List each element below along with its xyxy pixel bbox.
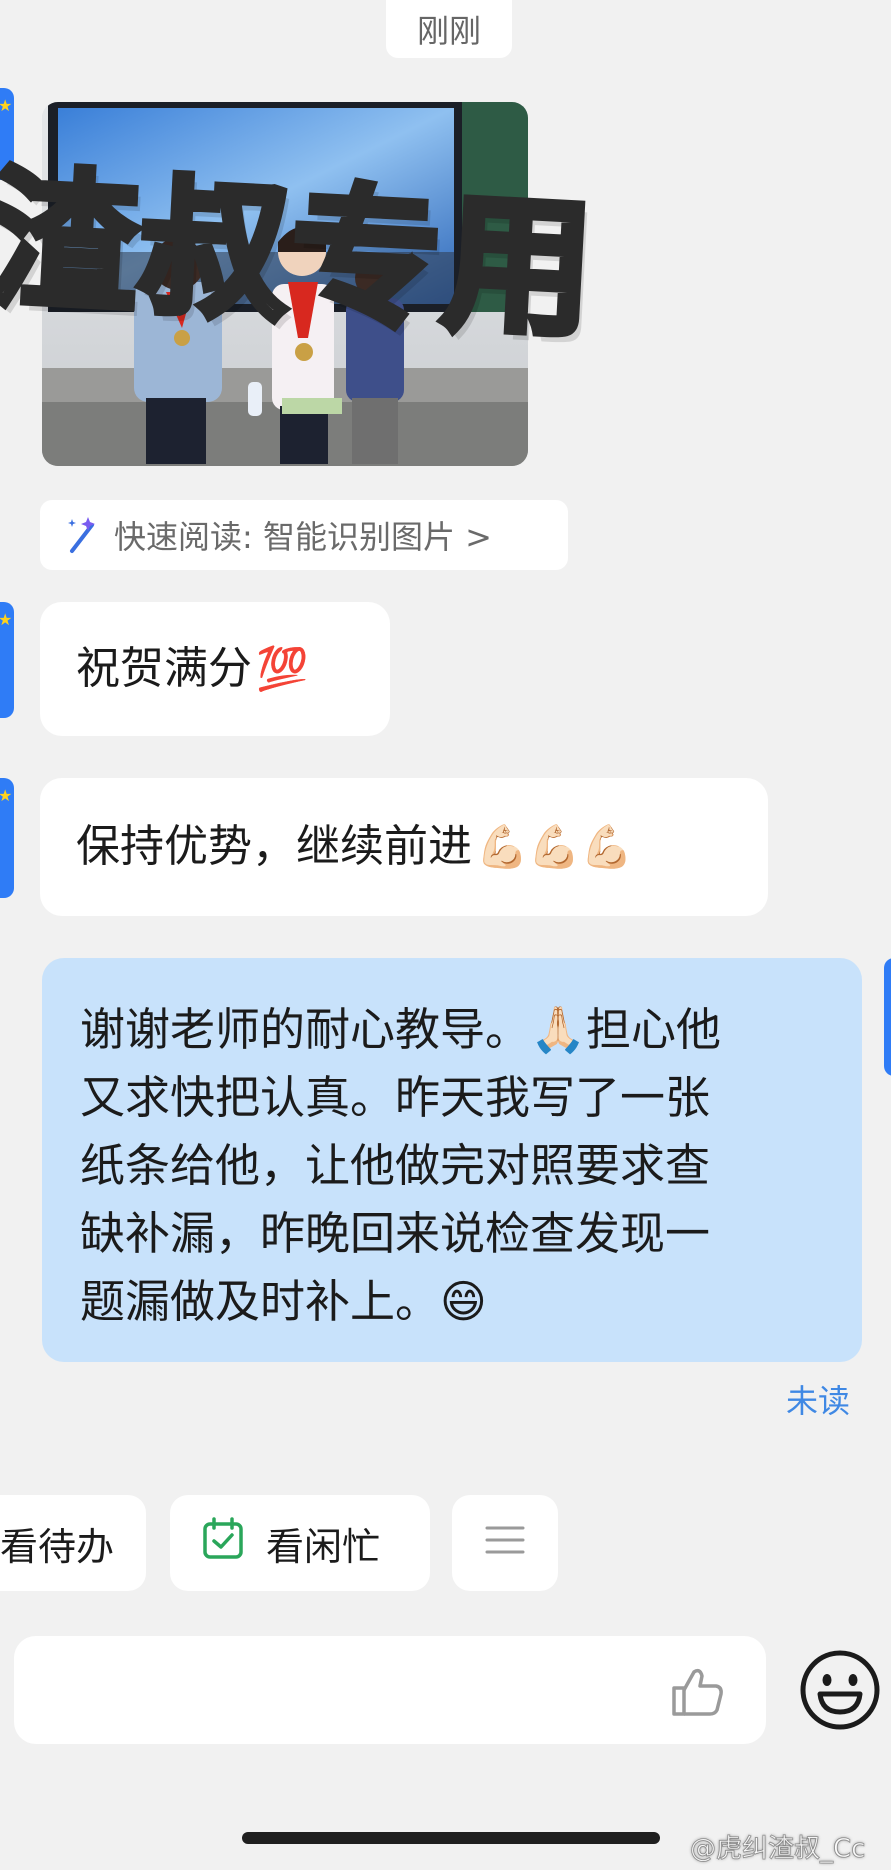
sender-avatar[interactable]: ★ xyxy=(0,778,14,898)
own-avatar[interactable] xyxy=(884,958,891,1076)
quick-read-label: 快速阅读: 智能识别图片 > xyxy=(114,518,492,556)
view-todo-label: 看待办 xyxy=(0,1524,115,1569)
star-icon: ★ xyxy=(0,610,13,629)
star-icon: ★ xyxy=(0,96,13,115)
message-input[interactable] xyxy=(44,1664,648,1718)
calendar-check-icon xyxy=(200,1516,246,1571)
message-line: 纸条给他，让他做完对照要求查 xyxy=(80,1139,711,1192)
magic-wand-icon xyxy=(66,515,100,555)
view-availability-label: 看闲忙 xyxy=(266,1524,381,1569)
menu-icon xyxy=(485,1521,525,1565)
incoming-message[interactable]: 祝贺满分 💯 xyxy=(40,602,390,736)
sender-avatar[interactable]: ★ xyxy=(0,602,14,718)
message-line: 题漏做及时补上。😄 xyxy=(80,1275,487,1328)
message-line: 谢谢老师的耐心教导。🙏🏻担心他 xyxy=(80,1003,722,1056)
unread-status[interactable]: 未读 xyxy=(786,1376,850,1422)
incoming-message[interactable]: 保持优势，继续前进 💪🏻💪🏻💪🏻 xyxy=(40,778,768,916)
watermark-overlay: 渣叔专用 xyxy=(0,149,603,362)
star-icon: ★ xyxy=(0,786,13,805)
flexed-biceps-emoji: 💪🏻💪🏻💪🏻 xyxy=(476,822,633,871)
smiley-face-icon[interactable] xyxy=(798,1648,882,1736)
message-timestamp: 刚刚 xyxy=(386,0,512,58)
view-todo-button[interactable]: 看待办 xyxy=(0,1495,146,1591)
message-text: 祝贺满分 xyxy=(76,643,252,694)
quick-read-button[interactable]: 快速阅读: 智能识别图片 > xyxy=(40,500,568,570)
weibo-watermark: @虎纠渣叔_Cc xyxy=(689,1834,866,1865)
message-input-bar xyxy=(14,1636,766,1744)
message-line: 缺补漏，昨晚回来说检查发现一 xyxy=(80,1207,711,1260)
hundred-points-emoji: 💯 xyxy=(256,644,309,693)
more-actions-button[interactable] xyxy=(452,1495,558,1591)
outgoing-message[interactable]: 谢谢老师的耐心教导。🙏🏻担心他 又求快把认真。昨天我写了一张 纸条给他，让他做完… xyxy=(42,958,862,1362)
view-availability-button[interactable]: 看闲忙 xyxy=(170,1495,430,1591)
home-indicator[interactable] xyxy=(242,1832,660,1844)
thumbs-up-icon[interactable] xyxy=(670,1666,726,1722)
message-line: 又求快把认真。昨天我写了一张 xyxy=(80,1071,711,1124)
message-text: 保持优势，继续前进 xyxy=(76,821,472,872)
